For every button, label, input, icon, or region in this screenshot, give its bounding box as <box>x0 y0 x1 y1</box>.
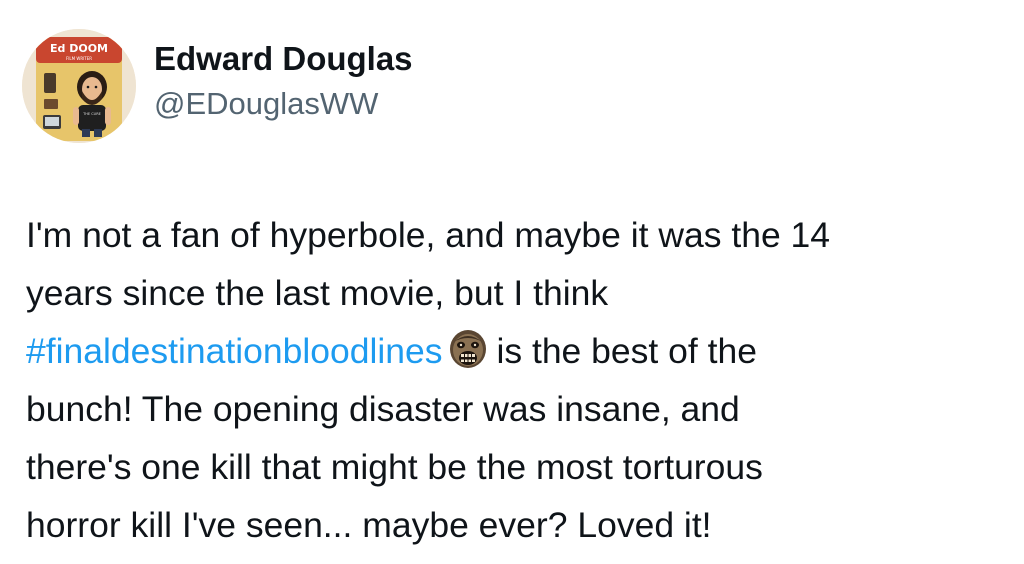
author-names: Edward Douglas @EDouglasWW <box>154 38 413 124</box>
tweet-text-segment: years since the last movie, but I think <box>26 273 609 313</box>
tweet-text-segment: is the best of the <box>496 331 757 371</box>
hashtag-link[interactable]: #finaldestinationbloodlines <box>26 331 442 371</box>
action-figure-avatar-icon: Ed DOOM FILM WRITER THE CURE <box>22 29 136 143</box>
tweet-text-segment: horror kill I've seen... maybe ever? Lov… <box>26 505 712 545</box>
avatar-shirt-text: THE CURE <box>82 112 101 116</box>
avatar[interactable]: Ed DOOM FILM WRITER THE CURE <box>22 29 136 143</box>
skull-face-emoji-icon <box>450 330 487 368</box>
tweet-line-2: years since the last movie, but I think <box>26 264 1011 322</box>
tweet-line-5: there's one kill that might be the most … <box>26 438 1011 496</box>
tweet-text: I'm not a fan of hyperbole, and maybe it… <box>26 206 1011 554</box>
tweet-card: Ed DOOM FILM WRITER THE CURE Edward Doug… <box>0 0 1024 564</box>
tweet-text-segment: bunch! The opening disaster was insane, … <box>26 389 740 429</box>
tweet-line-6: horror kill I've seen... maybe ever? Lov… <box>26 496 1011 554</box>
author-display-name[interactable]: Edward Douglas <box>154 38 413 80</box>
author-handle[interactable]: @EDouglasWW <box>154 84 413 124</box>
avatar-box-title: Ed DOOM <box>50 42 108 55</box>
tweet-text-segment: there's one kill that might be the most … <box>26 447 763 487</box>
tweet-line-1: I'm not a fan of hyperbole, and maybe it… <box>26 206 1011 264</box>
tweet-line-4: bunch! The opening disaster was insane, … <box>26 380 1011 438</box>
tweet-header: Ed DOOM FILM WRITER THE CURE Edward Doug… <box>22 28 413 144</box>
tweet-line-3: #finaldestinationbloodlines is the best … <box>26 322 1011 380</box>
avatar-box-subtitle: FILM WRITER <box>66 56 92 61</box>
tweet-text-segment: I'm not a fan of hyperbole, and maybe it… <box>26 215 831 255</box>
